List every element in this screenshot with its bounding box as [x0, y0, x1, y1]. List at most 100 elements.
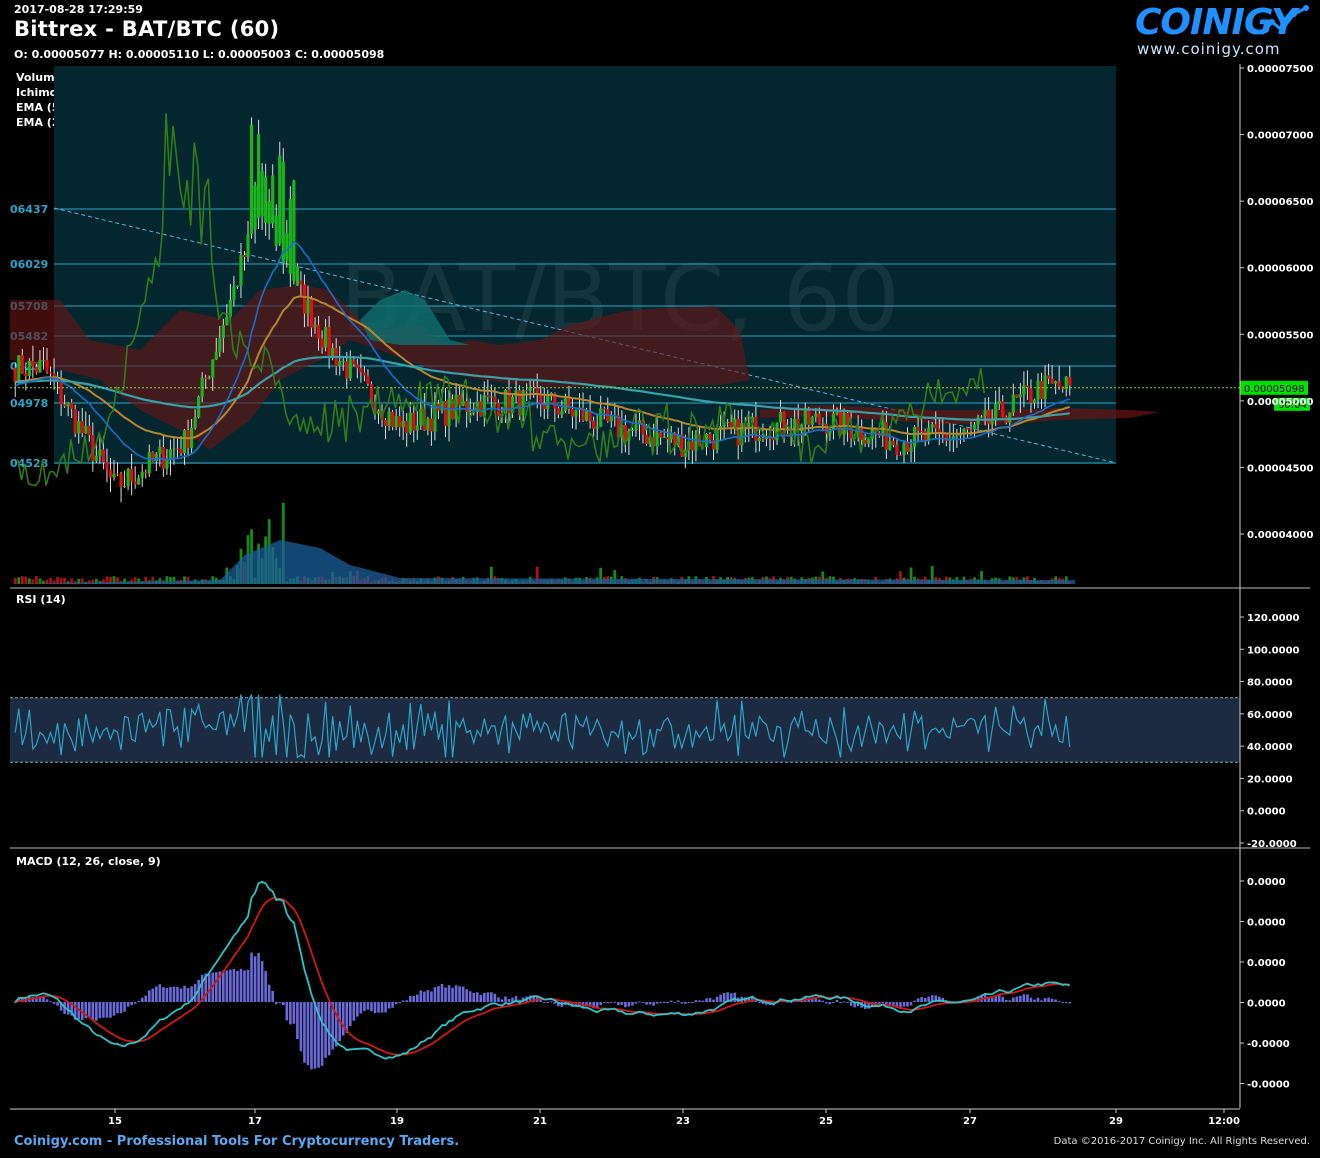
macd-histogram-bar — [394, 1002, 398, 1005]
macd-histogram-bar — [151, 988, 155, 1002]
price-panel: BAT/BTC, 6006437060290570805482052304978… — [10, 66, 1310, 584]
macd-histogram-bar — [641, 1002, 645, 1003]
candle-body — [814, 413, 818, 418]
macd-histogram-bar — [352, 1002, 356, 1021]
macd-histogram-bar — [433, 987, 437, 1002]
macd-histogram-bar — [112, 1002, 116, 1016]
macd-histogram-bar — [606, 1002, 610, 1004]
candle-body — [405, 420, 409, 433]
macd-histogram-bar — [373, 1002, 377, 1014]
candle-body — [391, 411, 395, 428]
candle-body — [807, 408, 811, 425]
candle-body — [172, 448, 176, 450]
candle-body — [757, 437, 761, 442]
macd-histogram-bar — [1004, 999, 1008, 1002]
macd-histogram-bar — [1001, 996, 1005, 1002]
macd-histogram-bar — [913, 1000, 916, 1002]
volume-bar — [13, 578, 17, 584]
price-tick-label: 0.00006500 — [1247, 197, 1313, 208]
candle-body — [1054, 381, 1058, 384]
macd-histogram-bar — [652, 1002, 655, 1006]
macd-histogram-bar — [1061, 1002, 1064, 1004]
candle-body — [429, 418, 434, 432]
candle-body — [979, 416, 984, 418]
macd-histogram-bar — [504, 996, 507, 1002]
macd-histogram-bar — [475, 992, 479, 1002]
rsi-tick-label: -20.0000 — [1247, 839, 1297, 850]
macd-histogram-bar — [990, 997, 994, 1002]
volume-bar — [24, 576, 28, 584]
macd-histogram-bar — [1029, 997, 1033, 1002]
candle-body — [299, 280, 303, 285]
chart-canvas[interactable]: BAT/BTC, 6006437060290570805482052304978… — [0, 0, 1320, 1158]
candle-body — [242, 255, 247, 258]
price-tick-label: 0.00005000 — [1247, 397, 1313, 408]
macd-histogram-bar — [56, 1002, 59, 1006]
macd-histogram-bar — [1008, 1000, 1012, 1002]
candle-body — [1057, 381, 1061, 387]
candle-body — [997, 401, 1001, 404]
macd-histogram-bar — [437, 986, 440, 1002]
macd-histogram-bar — [680, 1002, 684, 1004]
macd-histogram-bar — [299, 1002, 303, 1052]
candle-body — [341, 361, 345, 363]
footer-tagline[interactable]: Coinigy.com - Professional Tools For Cry… — [14, 1134, 459, 1149]
candle-body — [821, 423, 825, 425]
macd-histogram-bar — [719, 994, 722, 1002]
macd-histogram-bar — [916, 998, 920, 1002]
candle-body — [193, 417, 197, 428]
candle-body — [94, 455, 98, 462]
macd-histogram-bar — [303, 1002, 306, 1063]
volume-bars — [13, 502, 1072, 584]
macd-histogram-bar — [296, 1002, 299, 1040]
macd-histogram-bar — [500, 999, 504, 1002]
candle-body — [34, 366, 39, 373]
macd-histogram-bar — [419, 990, 423, 1002]
candle-body — [352, 359, 356, 365]
macd-histogram-bar — [274, 1002, 278, 1005]
macd-histogram-bar — [144, 995, 148, 1002]
candle-body — [662, 436, 666, 438]
candle-body — [923, 430, 927, 441]
candle-body — [602, 408, 606, 410]
candle-body — [175, 448, 180, 450]
macd-histogram-bar — [1068, 1002, 1072, 1004]
macd-histogram-bar — [260, 961, 264, 1002]
macd-histogram-bar — [479, 994, 483, 1002]
macd-histogram-bar — [483, 992, 486, 1002]
candle-body — [302, 284, 307, 314]
macd-histogram-bar — [416, 994, 419, 1002]
macd-histogram-bar — [1015, 996, 1019, 1002]
macd-histogram-bar — [444, 987, 447, 1002]
candle-body — [902, 442, 906, 456]
footer-copyright: Data ©2016-2017 Coinigy Inc. All Rights … — [1053, 1136, 1310, 1147]
macd-histogram-bar — [267, 984, 271, 1002]
x-tick-label: 19 — [390, 1116, 404, 1127]
macd-histogram-bar — [98, 1002, 102, 1019]
rsi-tick-label: 40.0000 — [1247, 742, 1293, 753]
candle-body — [1022, 385, 1026, 395]
candle-body — [817, 413, 821, 425]
candle-body — [1036, 380, 1040, 400]
candle-body — [905, 442, 910, 452]
macd-histogram-bar — [1026, 994, 1029, 1002]
macd-histogram-bar — [638, 1001, 641, 1003]
candle-body — [810, 417, 814, 425]
macd-histogram-bar — [542, 1002, 546, 1003]
macd-histogram-bar — [250, 952, 253, 1002]
macd-histogram-bar — [292, 1002, 296, 1024]
candle-body — [574, 409, 578, 417]
candle-body — [306, 299, 310, 314]
macd-histogram-bar — [486, 992, 490, 1002]
candle-body — [158, 447, 162, 454]
candle-body — [1050, 378, 1054, 384]
macd-histogram-bar — [684, 1002, 687, 1004]
candle-body — [130, 468, 134, 482]
candle-body — [1039, 380, 1044, 400]
macd-histogram-bar — [1012, 997, 1015, 1002]
candle-body — [63, 404, 67, 407]
macd-histogram-bar — [906, 1002, 909, 1007]
macd-histogram-bar — [348, 1002, 352, 1027]
candle-body — [232, 286, 236, 300]
macd-histogram-bar — [1033, 999, 1036, 1002]
